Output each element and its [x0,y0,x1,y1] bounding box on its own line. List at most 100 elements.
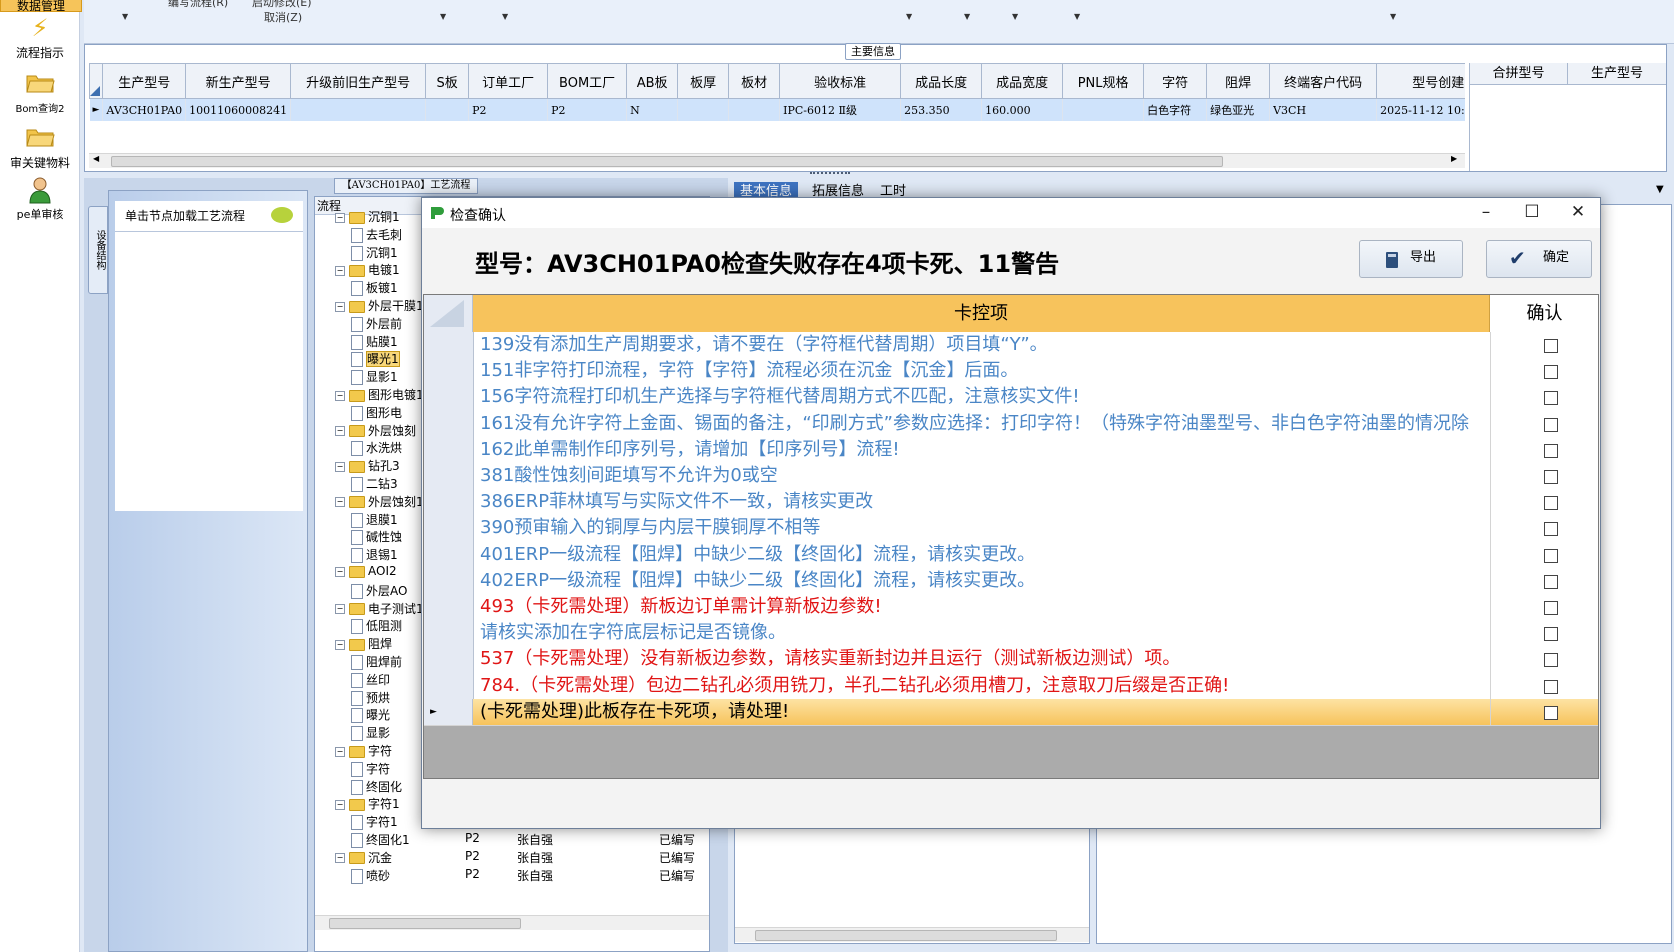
scroll-left-icon[interactable]: ◀ [93,154,99,163]
row-selector[interactable] [424,646,474,673]
toolbar-item-data-mgmt[interactable]: 数据管理 [0,0,82,13]
column-header[interactable]: 升级前旧生产型号 [290,63,427,99]
row-selector[interactable] [424,410,474,437]
column-header[interactable]: 生产型号 [102,63,187,99]
confirm-checkbox[interactable] [1544,574,1558,589]
confirm-checkbox[interactable] [1544,627,1558,642]
column-header[interactable]: 阻焊 [1206,63,1271,99]
tree-leaf-node[interactable]: 退膜1 [351,511,398,528]
chevron-down-icon[interactable]: ▼ [964,12,970,21]
confirm-checkbox[interactable] [1544,339,1558,354]
tree-leaf-node[interactable]: 显影1 [351,368,398,386]
toolbar-item-pe-review[interactable]: pe单审核 [0,176,80,222]
tree-leaf-node[interactable]: 贴膜1 [351,333,398,350]
tree-group-node[interactable]: − 电镀1 [335,261,400,278]
main-grid-hscrollbar[interactable]: ◀ ▶ [89,153,1465,168]
cell[interactable]: 160.000 [981,98,1064,121]
chevron-down-icon[interactable]: ▼ [1390,12,1396,21]
cell[interactable]: 10011060008241 [185,98,292,121]
tree-group-node[interactable]: − 图形电镀1 [335,386,424,403]
row-selector[interactable] [424,620,474,647]
check-item-row[interactable]: ► (卡死需处理)此板存在卡死项，请处理! [424,698,1598,726]
cell[interactable] [1062,98,1145,121]
tree-leaf-node[interactable]: 低阻测 [351,617,402,635]
tree-leaf-node[interactable]: 外层AO [351,582,407,599]
tree-leaf-node[interactable]: 丝印 [351,671,390,688]
export-button[interactable]: 导出 [1359,240,1463,278]
check-item-row[interactable]: 161没有允许字符上金面、锡面的备注，“印刷方式”参数应选择：打印字符！（特殊字… [424,410,1598,458]
collapse-icon[interactable]: − [335,390,345,401]
confirm-button[interactable]: ✔ 确定 [1486,240,1592,278]
splitter-handle[interactable] [810,172,850,176]
collapse-icon[interactable]: − [335,799,345,810]
tree-leaf-node[interactable]: 显影 [351,724,390,742]
confirm-checkbox[interactable] [1544,391,1558,406]
tree-leaf-node[interactable]: 沉铜1 [351,244,398,261]
tree-group-node[interactable]: − 阻焊 [335,635,392,652]
cell[interactable] [425,98,470,121]
maximize-icon[interactable]: ☐ [1510,200,1554,224]
col-header-item[interactable]: 卡控项 [473,295,1490,332]
column-header[interactable]: 终端客户代码 [1269,63,1378,99]
row-selector[interactable] [424,567,474,594]
row-selector[interactable] [424,594,474,621]
row-selector[interactable] [424,463,474,490]
check-item-row[interactable]: 493（卡死需处理）新板边订单需计算新板边参数! [424,594,1598,622]
row-selector[interactable] [424,515,474,542]
check-item-row[interactable]: 784.（卡死需处理）包边二钻孔必须用铣刀，半孔二钻孔必须用槽刀，注意取刀后缀是… [424,672,1598,700]
tree-group-node[interactable]: − 外层干膜1 [335,297,424,314]
column-header[interactable]: PNL规格 [1062,63,1145,99]
column-header[interactable]: 板材 [728,63,781,99]
cell[interactable] [677,98,730,121]
row-selector[interactable] [424,436,474,463]
scroll-right-icon[interactable]: ▶ [1451,154,1457,163]
collapse-icon[interactable]: − [335,301,345,312]
collapse-icon[interactable]: − [335,497,345,508]
tree-leaf-node[interactable]: 终固化1 [351,831,410,848]
row-selector[interactable] [424,332,474,359]
collapse-icon[interactable]: − [335,604,345,615]
column-header[interactable]: AB板 [626,63,679,99]
check-item-row[interactable]: 151非字符打印流程，字符【字符】流程必须在沉金【沉金】后面。 [424,358,1598,386]
chevron-down-icon[interactable]: ▼ [1074,12,1080,21]
cell[interactable]: 2025-11-12 10:39:44 [1376,98,1465,121]
check-item-row[interactable]: 请核实添加在字符底层标记是否镜像。 [424,620,1598,648]
tree-leaf-node[interactable]: 碱性蚀 [351,528,402,546]
column-header[interactable]: 验收标准 [779,63,902,99]
tree-leaf-node[interactable]: 字符1 [351,813,398,831]
cell[interactable]: N [626,98,679,121]
close-icon[interactable]: ✕ [1556,200,1600,224]
merge-col-header[interactable]: 合拼型号 [1470,63,1568,85]
column-header[interactable]: 字符 [1143,63,1208,99]
tree-group-node[interactable]: − 外层蚀刻 [335,422,416,439]
tree-group-node[interactable]: − 沉金 [335,849,392,866]
chevron-down-icon[interactable]: ▼ [502,12,508,21]
row-selector[interactable] [424,384,474,411]
column-header[interactable]: 型号创建 [1376,63,1465,99]
cell[interactable]: P2 [468,98,549,121]
cell[interactable]: 253.350 [900,98,983,121]
confirm-checkbox[interactable] [1544,522,1558,537]
tree-leaf-node[interactable]: 曝光1 [351,350,400,368]
row-selector[interactable] [424,358,474,385]
check-item-row[interactable]: 401ERP一级流程【阻焊】中缺少二级【终固化】流程，请核实更改。 [424,541,1598,569]
tree-leaf-node[interactable]: 预烘 [351,689,390,706]
check-item-row[interactable]: 402ERP一级流程【阻焊】中缺少二级【终固化】流程，请核实更改。 [424,567,1598,595]
check-item-row[interactable]: 390预审输入的铜厚与内层干膜铜厚不相等 [424,515,1598,543]
chevron-down-icon[interactable]: ▼ [440,12,446,21]
toolbar-item-bom-query[interactable]: Bom查询2 [0,70,80,115]
chevron-down-icon[interactable]: ▼ [1656,184,1664,195]
tree-hscrollbar[interactable] [315,915,709,930]
collapse-icon[interactable]: − [335,265,345,276]
cell[interactable]: P2 [547,98,628,121]
toolbar-item-key-material[interactable]: 审关键物料 [0,124,80,171]
merge-col-header[interactable]: 生产型号 [1568,63,1666,85]
tree-leaf-node[interactable]: 字符 [351,760,390,777]
row-selector[interactable]: ► [424,698,473,725]
cell[interactable]: V3CH [1269,98,1378,121]
collapse-icon[interactable]: − [335,853,345,864]
check-item-row[interactable]: 381酸性蚀刻间距填写不允许为0或空 [424,463,1598,491]
scroll-thumb[interactable] [755,930,1057,941]
tree-group-node[interactable]: − 字符1 [335,795,400,812]
tree-leaf-node[interactable]: 去毛刺 [351,226,402,243]
